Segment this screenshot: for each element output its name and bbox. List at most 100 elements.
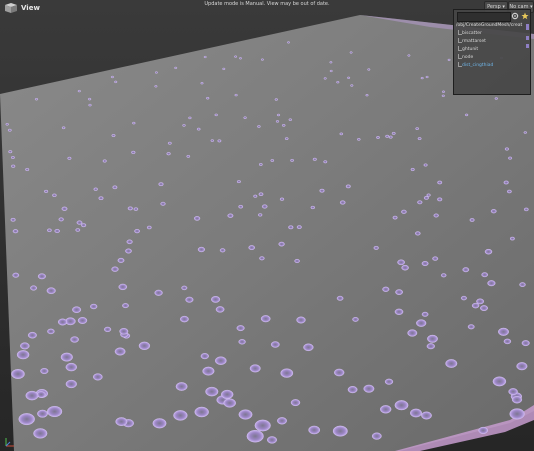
tree-item[interactable]: node <box>456 54 526 62</box>
crater-marker <box>490 209 497 214</box>
crater-marker <box>234 93 238 97</box>
crater-marker <box>267 436 277 444</box>
crater-marker <box>57 318 68 326</box>
crater-marker <box>421 311 429 317</box>
crater-marker <box>516 362 528 371</box>
crater-marker <box>494 97 498 100</box>
crater-marker <box>154 71 158 74</box>
crater-marker <box>447 58 451 61</box>
crater-marker <box>65 362 77 372</box>
crater-marker <box>227 213 234 218</box>
tree-item[interactable]: rmattarset <box>456 38 526 46</box>
crater-marker <box>258 163 263 166</box>
crater-marker <box>138 341 151 350</box>
crater-marker <box>18 413 35 426</box>
crater-marker <box>194 406 209 418</box>
crater-marker <box>44 189 49 193</box>
crater-marker <box>469 218 475 222</box>
crater-marker <box>384 378 394 385</box>
crater-marker <box>277 417 287 425</box>
crater-marker <box>484 248 493 255</box>
crater-marker <box>173 410 188 421</box>
crater-marker <box>523 131 527 134</box>
crater-marker <box>118 283 128 291</box>
crater-marker <box>133 207 139 211</box>
crater-marker <box>367 68 371 71</box>
crater-marker <box>122 303 129 309</box>
crater-marker <box>202 366 215 376</box>
crater-marker <box>274 98 278 101</box>
crater-marker <box>426 343 435 350</box>
crater-marker <box>47 406 63 418</box>
crater-marker <box>200 82 204 85</box>
crater-marker <box>339 132 344 136</box>
crater-marker <box>214 113 218 117</box>
crater-marker <box>10 156 15 159</box>
crater-marker <box>392 215 398 220</box>
crater-marker <box>54 228 60 234</box>
crater-marker <box>423 196 429 200</box>
crater-marker <box>72 306 82 313</box>
crater-marker <box>471 302 480 309</box>
crater-marker <box>507 189 512 194</box>
crater-marker <box>65 379 77 389</box>
crater-marker <box>93 187 98 191</box>
crater-marker <box>52 193 57 197</box>
crater-marker <box>88 103 92 107</box>
crater-marker <box>182 124 186 127</box>
crater-marker <box>253 194 258 198</box>
crater-marker <box>185 296 194 303</box>
tree-item-selected[interactable]: dist_cingthiad <box>456 62 526 70</box>
crater-marker <box>175 382 188 391</box>
crater-marker <box>294 258 300 264</box>
crater-marker <box>410 167 415 172</box>
crater-marker <box>363 384 375 393</box>
crater-marker <box>12 229 19 234</box>
crater-marker <box>234 55 238 58</box>
panel-search-field[interactable] <box>457 12 511 22</box>
tree-scrollbar[interactable] <box>526 22 529 62</box>
gear-icon[interactable] <box>511 12 519 20</box>
crater-marker <box>158 182 164 187</box>
crater-marker <box>270 341 280 348</box>
crater-marker <box>200 353 209 360</box>
crater-marker <box>37 409 48 418</box>
crater-marker <box>238 204 244 209</box>
scene-viewport[interactable]: View Update mode is Manual. View may be … <box>0 0 534 451</box>
crater-marker <box>181 285 188 291</box>
crater-marker <box>287 41 290 44</box>
crater-marker <box>296 316 306 324</box>
crater-marker <box>30 285 38 291</box>
crater-marker <box>104 326 112 333</box>
crater-marker <box>98 196 104 201</box>
crater-marker <box>347 76 351 79</box>
crater-marker <box>11 164 16 168</box>
crater-marker <box>47 228 52 233</box>
crater-marker <box>197 246 205 253</box>
crater-marker <box>146 225 152 230</box>
tree-item[interactable]: ghtunit <box>456 46 526 54</box>
tree-item[interactable]: biscatter <box>456 30 526 38</box>
tree-root-path[interactable]: /obj/CreateGroundMesh/creat <box>456 22 526 30</box>
crater-marker <box>119 328 129 335</box>
crater-marker <box>373 245 379 250</box>
star-icon[interactable] <box>521 12 529 20</box>
crater-marker <box>391 131 396 135</box>
crater-marker <box>58 217 64 222</box>
crater-marker <box>278 241 285 247</box>
crater-marker <box>93 373 103 381</box>
crater-marker <box>254 419 271 432</box>
crater-marker <box>20 342 30 350</box>
crater-marker <box>421 411 432 420</box>
crater-marker <box>462 267 470 273</box>
crater-marker <box>332 425 348 437</box>
crater-marker <box>249 364 261 373</box>
crater-marker <box>270 159 275 162</box>
crater-marker <box>401 209 407 214</box>
crater-marker <box>87 97 92 101</box>
panel-header <box>455 11 529 22</box>
crater-marker <box>376 136 380 139</box>
crater-marker <box>236 325 245 332</box>
crater-marker <box>236 180 241 184</box>
crater-marker <box>46 287 56 295</box>
